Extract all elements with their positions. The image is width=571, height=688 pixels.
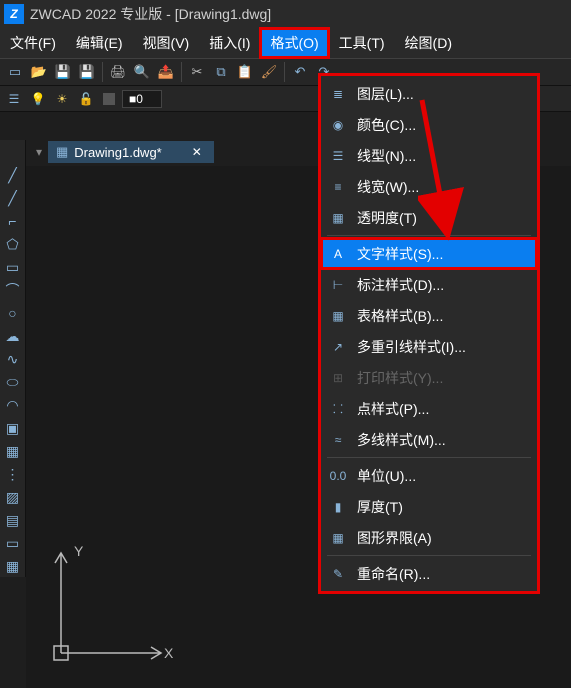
dim-style-icon: ⊢: [329, 276, 347, 294]
ellipse-tool-icon[interactable]: ⬭: [2, 371, 24, 393]
table-tool-icon[interactable]: ▦: [2, 555, 24, 577]
menu-bar: 文件(F) 编辑(E) 视图(V) 插入(I) 格式(O) 工具(T) 绘图(D…: [0, 28, 571, 58]
menu-text-style[interactable]: A文字样式(S)...: [321, 238, 537, 269]
title-bar: Z ZWCAD 2022 专业版 - [Drawing1.dwg]: [0, 0, 571, 28]
open-icon[interactable]: 📂: [28, 61, 50, 83]
block-tool-icon[interactable]: ▦: [2, 440, 24, 462]
menu-file[interactable]: 文件(F): [0, 28, 66, 58]
layer-freeze-icon[interactable]: ☀: [52, 89, 72, 109]
menu-mleader-style[interactable]: ↗多重引线样式(I)...: [321, 331, 537, 362]
app-title: ZWCAD 2022 专业版 - [Drawing1.dwg]: [30, 4, 271, 24]
format-dropdown: ≣图层(L)... ◉颜色(C)... ☰线型(N)... ≡线宽(W)... …: [318, 73, 540, 594]
hatch-tool-icon[interactable]: ▨: [2, 486, 24, 508]
mleader-style-icon: ↗: [329, 338, 347, 356]
undo-icon[interactable]: ↶: [289, 61, 311, 83]
menu-print-style: ⊞打印样式(Y)...: [321, 362, 537, 393]
polygon-tool-icon[interactable]: ⬠: [2, 233, 24, 255]
ucs-axis-icon: Y X: [46, 538, 176, 668]
line-tool-icon[interactable]: ╱: [2, 164, 24, 186]
menu-linetype[interactable]: ☰线型(N)...: [321, 140, 537, 171]
menu-color[interactable]: ◉颜色(C)...: [321, 109, 537, 140]
polyline-tool-icon[interactable]: ⌐: [2, 210, 24, 232]
revcloud-tool-icon[interactable]: ☁: [2, 325, 24, 347]
menu-transparency[interactable]: ▦透明度(T): [321, 202, 537, 233]
menu-draw[interactable]: 绘图(D): [395, 28, 462, 58]
toolbar-separator: [181, 62, 182, 82]
tab-chevron-icon[interactable]: ▾: [32, 145, 48, 159]
toolbar-separator: [284, 62, 285, 82]
layers-icon: ≣: [329, 85, 347, 103]
menu-insert[interactable]: 插入(I): [199, 28, 260, 58]
saveas-icon[interactable]: 💾: [76, 61, 98, 83]
menu-mline-style[interactable]: ≈多线样式(M)...: [321, 424, 537, 455]
rename-icon: ✎: [329, 565, 347, 583]
menu-limits[interactable]: ▦图形界限(A): [321, 522, 537, 553]
copy-icon[interactable]: ⧉: [210, 61, 232, 83]
layer-bulb-icon[interactable]: 💡: [28, 89, 48, 109]
menu-layer[interactable]: ≣图层(L)...: [321, 78, 537, 109]
menu-point-style[interactable]: ⸬点样式(P)...: [321, 393, 537, 424]
document-tabs: ▾ ▦ Drawing1.dwg* ✕: [32, 140, 214, 164]
units-icon: 0.0: [329, 467, 347, 485]
layer-color-icon[interactable]: [103, 93, 115, 105]
rectangle-tool-icon[interactable]: ▭: [2, 256, 24, 278]
print-style-icon: ⊞: [329, 369, 347, 387]
menu-dim-style[interactable]: ⊢标注样式(D)...: [321, 269, 537, 300]
dropdown-separator: [327, 457, 531, 458]
publish-icon[interactable]: 📤: [155, 61, 177, 83]
menu-format[interactable]: 格式(O): [260, 28, 328, 58]
print-icon[interactable]: 🖨: [107, 61, 129, 83]
limits-icon: ▦: [329, 529, 347, 547]
menu-table-style[interactable]: ▦表格样式(B)...: [321, 300, 537, 331]
app-logo-icon: Z: [4, 4, 24, 24]
menu-view[interactable]: 视图(V): [133, 28, 200, 58]
table-style-icon: ▦: [329, 307, 347, 325]
linetype-icon: ☰: [329, 147, 347, 165]
layer-combo[interactable]: ■ 0: [122, 90, 162, 108]
layer-props-icon[interactable]: ☰: [4, 89, 24, 109]
circle-tool-icon[interactable]: ○: [2, 302, 24, 324]
draw-toolbar: ╱ ╱ ⌐ ⬠ ▭ ⌒ ○ ☁ ∿ ⬭ ◠ ▣ ▦ ⋮ ▨ ▤ ▭ ▦: [0, 140, 26, 577]
menu-units[interactable]: 0.0单位(U)...: [321, 460, 537, 491]
xline-tool-icon[interactable]: ╱: [2, 187, 24, 209]
cut-icon[interactable]: ✂: [186, 61, 208, 83]
preview-icon[interactable]: 🔍: [131, 61, 153, 83]
point-tool-icon[interactable]: ⋮: [2, 463, 24, 485]
text-style-icon: A: [329, 245, 347, 263]
toolbar-separator: [102, 62, 103, 82]
document-tab[interactable]: ▦ Drawing1.dwg* ✕: [48, 141, 214, 163]
transparency-icon: ▦: [329, 209, 347, 227]
region-tool-icon[interactable]: ▭: [2, 532, 24, 554]
lineweight-icon: ≡: [329, 178, 347, 196]
palette-icon: ◉: [329, 116, 347, 134]
match-icon[interactable]: 🖌: [258, 61, 280, 83]
tab-close-icon[interactable]: ✕: [188, 145, 206, 159]
thickness-icon: ▮: [329, 498, 347, 516]
insert-tool-icon[interactable]: ▣: [2, 417, 24, 439]
dropdown-separator: [327, 235, 531, 236]
point-style-icon: ⸬: [329, 400, 347, 418]
menu-lineweight[interactable]: ≡线宽(W)...: [321, 171, 537, 202]
layer-lock-icon[interactable]: 🔓: [76, 89, 96, 109]
menu-rename[interactable]: ✎重命名(R)...: [321, 558, 537, 589]
menu-edit[interactable]: 编辑(E): [66, 28, 133, 58]
gradient-tool-icon[interactable]: ▤: [2, 509, 24, 531]
dropdown-separator: [327, 555, 531, 556]
svg-text:X: X: [164, 645, 174, 661]
new-icon[interactable]: ▭: [4, 61, 26, 83]
spline-tool-icon[interactable]: ∿: [2, 348, 24, 370]
mline-style-icon: ≈: [329, 431, 347, 449]
menu-thickness[interactable]: ▮厚度(T): [321, 491, 537, 522]
ellipsearc-tool-icon[interactable]: ◠: [2, 394, 24, 416]
paste-icon[interactable]: 📋: [234, 61, 256, 83]
save-icon[interactable]: 💾: [52, 61, 74, 83]
doc-icon: ▦: [56, 144, 68, 160]
menu-tools[interactable]: 工具(T): [329, 28, 395, 58]
arc-tool-icon[interactable]: ⌒: [2, 279, 24, 301]
tab-label: Drawing1.dwg*: [74, 145, 161, 160]
svg-text:Y: Y: [74, 543, 84, 559]
